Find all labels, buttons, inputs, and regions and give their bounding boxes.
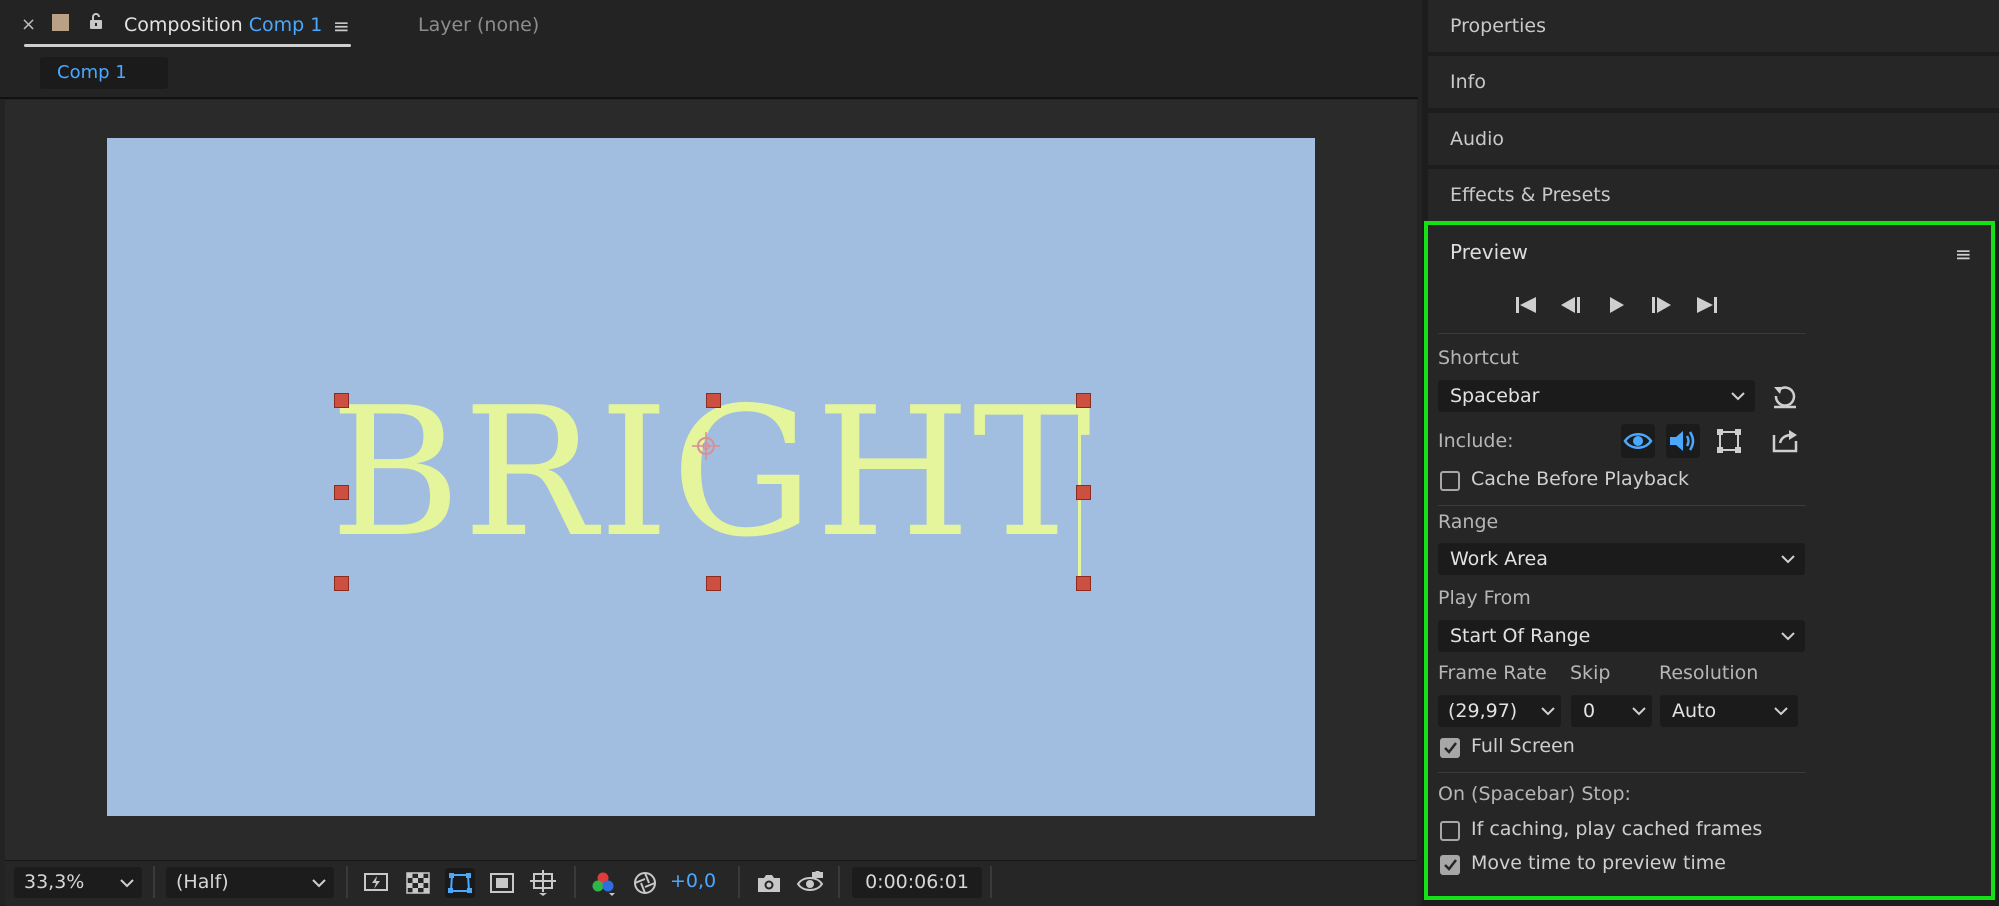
play-from-value: Start Of Range	[1450, 625, 1591, 647]
text-layer-bright[interactable]: BRIGHT	[330, 384, 1093, 562]
composition-tab-label: Composition	[124, 14, 243, 36]
shortcut-value: Spacebar	[1450, 385, 1540, 407]
resolution-value: (Half)	[176, 871, 229, 893]
divider	[1438, 333, 1806, 334]
show-channel-icon[interactable]	[588, 868, 618, 898]
active-tab-indicator	[24, 44, 351, 47]
transform-handle-bottom-right[interactable]	[1076, 576, 1091, 591]
panel-menu-icon[interactable]: ≡	[1955, 242, 1972, 266]
chevron-down-icon	[120, 867, 134, 898]
cache-before-playback-label: Cache Before Playback	[1471, 468, 1690, 490]
panel-menu-icon[interactable]: ≡	[333, 14, 350, 38]
frame-rate-label: Frame Rate	[1438, 662, 1547, 684]
anchor-point-icon[interactable]	[688, 428, 724, 464]
next-frame-icon[interactable]	[1646, 292, 1676, 318]
chevron-down-icon	[1731, 380, 1745, 412]
transform-handle-middle-left[interactable]	[334, 485, 349, 500]
take-snapshot-icon[interactable]	[754, 868, 784, 898]
skip-value: 0	[1583, 700, 1596, 722]
checkmark-icon	[1444, 859, 1457, 871]
transform-handle-top-right[interactable]	[1076, 393, 1091, 408]
if-caching-label: If caching, play cached frames	[1471, 818, 1763, 840]
toolbar-separator	[838, 866, 840, 898]
toolbar-separator	[574, 866, 576, 898]
if-caching-checkbox[interactable]	[1440, 821, 1460, 841]
transform-handle-top-center[interactable]	[706, 393, 721, 408]
full-screen-checkbox[interactable]	[1440, 738, 1460, 758]
chevron-down-icon	[1781, 620, 1795, 652]
play-from-dropdown[interactable]: Start Of Range	[1438, 620, 1805, 652]
transform-handle-bottom-center[interactable]	[706, 576, 721, 591]
full-screen-label: Full Screen	[1471, 735, 1575, 757]
fast-previews-icon[interactable]	[361, 868, 391, 898]
play-from-label: Play From	[1438, 587, 1531, 609]
range-dropdown[interactable]: Work Area	[1438, 543, 1805, 575]
skip-label: Skip	[1570, 662, 1611, 684]
first-frame-icon[interactable]	[1511, 292, 1541, 318]
output-to-external-monitor-icon[interactable]	[1770, 427, 1800, 455]
reset-shortcut-icon[interactable]	[1770, 382, 1800, 410]
comp-breadcrumb[interactable]: Comp 1	[40, 57, 168, 89]
properties-panel-header[interactable]: Properties	[1428, 0, 1999, 52]
reset-exposure-icon[interactable]	[630, 868, 660, 898]
shortcut-dropdown[interactable]: Spacebar	[1438, 380, 1755, 412]
resolution-dropdown[interactable]: (Half)	[166, 867, 334, 898]
checkmark-icon	[1444, 742, 1457, 754]
skip-dropdown[interactable]: 0	[1571, 695, 1652, 727]
transform-handle-top-left[interactable]	[334, 393, 349, 408]
range-value: Work Area	[1450, 548, 1548, 570]
range-label: Range	[1438, 511, 1499, 533]
divider	[1438, 505, 1806, 506]
close-tab-icon[interactable]: ×	[21, 14, 36, 35]
current-time-display[interactable]: 0:00:06:01	[852, 867, 982, 898]
chevron-down-icon	[1541, 695, 1555, 727]
zoom-dropdown[interactable]: 33,3%	[14, 867, 142, 898]
resolution-preview-value: Auto	[1672, 700, 1717, 722]
include-audio-speaker-icon[interactable]	[1666, 424, 1700, 458]
chevron-down-icon	[1781, 543, 1795, 575]
toolbar-separator	[738, 866, 740, 898]
chevron-down-icon	[1632, 695, 1646, 727]
move-time-checkbox[interactable]	[1440, 855, 1460, 875]
grid-and-guide-options-icon[interactable]	[528, 868, 558, 898]
cache-before-playback-checkbox[interactable]	[1440, 471, 1460, 491]
zoom-value: 33,3%	[24, 871, 85, 893]
region-of-interest-icon[interactable]	[487, 868, 517, 898]
composition-tab-comp-name: Comp 1	[248, 14, 323, 36]
frame-rate-dropdown[interactable]: (29,97)	[1438, 695, 1561, 727]
resolution-label: Resolution	[1659, 662, 1759, 684]
audio-panel-header[interactable]: Audio	[1428, 113, 1999, 165]
resolution-preview-dropdown[interactable]: Auto	[1660, 695, 1798, 727]
chevron-down-icon	[1774, 695, 1788, 727]
composition-tab[interactable]: Composition Comp 1	[124, 14, 322, 36]
last-frame-icon[interactable]	[1692, 292, 1722, 318]
move-time-label: Move time to preview time	[1471, 852, 1726, 874]
shortcut-label: Shortcut	[1438, 347, 1519, 369]
transparency-grid-icon[interactable]	[403, 868, 433, 898]
play-icon[interactable]	[1602, 292, 1632, 318]
include-video-eye-icon[interactable]	[1621, 424, 1655, 458]
chevron-down-icon	[312, 867, 326, 898]
mask-shape-path-visibility-icon[interactable]	[445, 868, 475, 898]
frame-rate-value: (29,97)	[1448, 700, 1518, 722]
preview-panel-title: Preview	[1450, 240, 1528, 264]
transform-handle-middle-right[interactable]	[1076, 485, 1091, 500]
divider	[0, 97, 1418, 99]
previous-frame-icon[interactable]	[1556, 292, 1586, 318]
toolbar-separator	[346, 866, 348, 898]
effects-presets-panel-header[interactable]: Effects & Presets	[1428, 169, 1999, 221]
toolbar-separator	[153, 866, 155, 898]
transform-handle-bottom-left[interactable]	[334, 576, 349, 591]
show-snapshot-icon[interactable]	[795, 868, 825, 898]
info-panel-header[interactable]: Info	[1428, 56, 1999, 108]
on-stop-label: On (Spacebar) Stop:	[1438, 783, 1631, 805]
label-color-swatch[interactable]	[52, 14, 69, 31]
toolbar-separator	[990, 866, 992, 898]
exposure-value[interactable]: +0,0	[670, 870, 716, 892]
include-label: Include:	[1438, 430, 1514, 452]
divider	[1438, 772, 1806, 773]
layer-tab[interactable]: Layer (none)	[418, 14, 539, 36]
unlock-icon[interactable]	[88, 12, 104, 30]
include-overlays-icon[interactable]	[1712, 424, 1746, 458]
